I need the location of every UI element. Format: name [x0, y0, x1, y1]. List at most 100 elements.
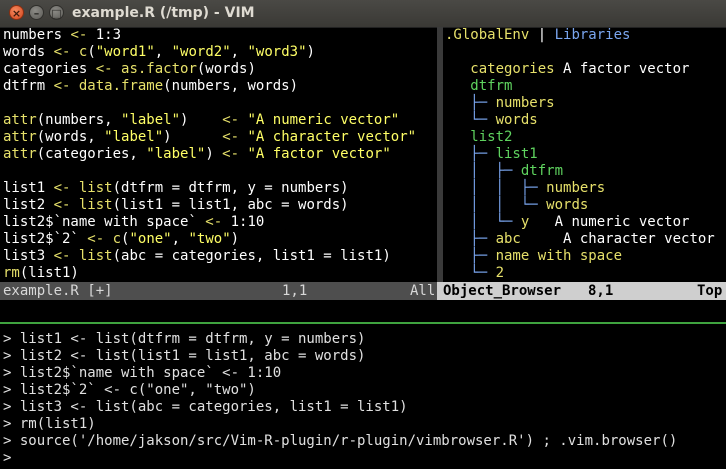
code-line[interactable]: list3 <- list(abc = categories, list1 = …	[0, 248, 437, 265]
code-line-token: list	[78, 197, 113, 213]
object-browser-item-token: └─	[445, 112, 496, 128]
code-line-token: )	[306, 44, 315, 60]
object-browser-item[interactable]: └─ 2	[443, 265, 726, 282]
code-line-token: "word1"	[95, 44, 155, 60]
console-line[interactable]: >	[0, 450, 726, 467]
code-line-token: "two"	[188, 231, 231, 247]
code-line[interactable]: list2$`name with space` <- 1:10	[0, 214, 437, 231]
code-line-token: list	[78, 248, 113, 264]
object-browser-item[interactable]: ├─ numbers	[443, 95, 726, 112]
object-browser-item[interactable]: ├─ name with space	[443, 248, 726, 265]
object-browser-item[interactable]: │ │ └─ words	[443, 197, 726, 214]
code-line[interactable]: categories <- as.factor(words)	[0, 61, 437, 78]
object-browser-item[interactable]: dtfrm	[443, 78, 726, 95]
code-line-token: 1:3	[87, 27, 122, 43]
code-line[interactable]: dtfrm <- data.frame(numbers, words)	[0, 78, 437, 95]
code-line-token: <-	[70, 27, 88, 43]
code-line-token: <-	[222, 146, 240, 162]
object-browser-item[interactable]: ├─ list1	[443, 146, 726, 163]
code-line-token: list2	[3, 197, 54, 213]
editor-pane[interactable]: numbers <- 1:3 words <- c("word1", "word2…	[0, 27, 437, 282]
object-browser-pane[interactable]: .GlobalEnv | Libraries categories A fact…	[443, 27, 726, 282]
object-browser-item-token: categories	[445, 61, 555, 77]
code-line-token: (list1 = list1, abc = words)	[112, 197, 349, 213]
code-line-token: (words,	[36, 129, 105, 145]
object-browser-item[interactable]	[443, 44, 726, 61]
code-line[interactable]: words <- c("word1", "word2", "word3")	[0, 44, 437, 61]
object-browser-item[interactable]: │ └─ y A numeric vector	[443, 214, 726, 231]
object-browser-item[interactable]: │ │ ├─ numbers	[443, 180, 726, 197]
code-line-token	[113, 61, 121, 77]
object-browser-item-token: name with space	[495, 248, 623, 264]
code-line-token: (numbers, words)	[163, 78, 299, 94]
code-line-token: )	[230, 231, 240, 247]
code-line-token: attr	[3, 146, 37, 162]
code-line-token: "one"	[129, 231, 172, 247]
console-line[interactable]: > list2 <- list(list1 = list1, abc = wor…	[0, 348, 726, 365]
code-line-token: <-	[53, 78, 71, 94]
status-cursor-position: 1,1	[282, 283, 308, 299]
code-line-token: "A character vector"	[247, 129, 417, 145]
object-browser-item-token: A factor vector	[554, 61, 690, 77]
code-line-token: 1:10	[222, 214, 265, 230]
code-line-token: "label"	[104, 129, 164, 145]
r-console[interactable]: > list1 <- list(dtfrm = dtfrm, y = numbe…	[0, 331, 726, 467]
code-line[interactable]: rm(list1)	[0, 265, 437, 282]
object-browser-item-token: numbers	[495, 95, 555, 111]
object-browser-item-token: list1	[495, 146, 538, 162]
code-line-token	[70, 197, 78, 213]
maximize-icon[interactable]: □	[49, 5, 64, 20]
object-browser-item[interactable]: .GlobalEnv | Libraries	[443, 27, 726, 44]
code-line[interactable]	[0, 163, 437, 180]
code-line-token: attr	[3, 112, 37, 128]
close-icon[interactable]: ×	[9, 5, 24, 20]
status-scroll: Top	[697, 283, 723, 299]
code-line[interactable]: list2 <- list(list1 = list1, abc = words…	[0, 197, 437, 214]
code-line-token: numbers	[3, 27, 71, 43]
code-line[interactable]	[0, 95, 437, 112]
editor-status-line: example.R [+] 1,1 All	[0, 282, 437, 300]
console-line[interactable]: > rm(list1)	[0, 416, 726, 433]
console-line[interactable]: > list2$`2` <- c("one", "two")	[0, 382, 726, 399]
window-title: example.R (/tmp) - VIM	[72, 5, 255, 21]
code-line-token	[70, 78, 78, 94]
console-line[interactable]: > list3 <- list(abc = categories, list1 …	[0, 399, 726, 416]
object-browser-item[interactable]: ├─ abc A character vector	[443, 231, 726, 248]
code-line[interactable]: attr(words, "label") <- "A character vec…	[0, 129, 437, 146]
code-line-token: <-	[205, 214, 223, 230]
console-line[interactable]: > list2$`name with space` <- 1:10	[0, 365, 726, 382]
code-line-token: list3	[3, 248, 54, 264]
code-line[interactable]: numbers <- 1:3	[0, 27, 437, 44]
code-line-token: dtfrm	[3, 78, 54, 94]
object-browser-item-token: └─	[445, 265, 496, 281]
object-browser-item[interactable]: categories A factor vector	[443, 61, 726, 78]
console-line[interactable]: > list1 <- list(dtfrm = dtfrm, y = numbe…	[0, 331, 726, 348]
object-browser-item-token: words	[546, 197, 589, 213]
title-bar[interactable]: × – □ example.R (/tmp) - VIM	[0, 0, 726, 28]
code-line-token: list2$`name with space`	[3, 214, 206, 230]
code-line-token: rm	[3, 265, 20, 281]
code-line-token: )	[180, 112, 223, 128]
object-browser-item-token: │ └─	[445, 214, 521, 230]
console-line[interactable]: > source('/home/jakson/src/Vim-R-plugin/…	[0, 433, 726, 450]
minimize-icon[interactable]: –	[29, 5, 44, 20]
code-line[interactable]: attr(categories, "label") <- "A factor v…	[0, 146, 437, 163]
code-line[interactable]: list1 <- list(dtfrm = dtfrm, y = numbers…	[0, 180, 437, 197]
code-line-token: <-	[95, 61, 113, 77]
code-line-token: as.factor	[121, 61, 197, 77]
code-line-token: <-	[53, 44, 71, 60]
code-line[interactable]: list2$`2` <- c("one", "two")	[0, 231, 437, 248]
object-browser-item[interactable]: list2	[443, 129, 726, 146]
status-filename: example.R [+]	[3, 283, 113, 299]
object-browser-item-token: ├─	[445, 248, 496, 264]
object-browser-item-token: │ │ ├─	[445, 180, 547, 196]
object-browser-item-token: .GlobalEnv	[445, 27, 530, 43]
code-line-token: ,	[230, 44, 248, 60]
code-line-token: (abc = categories, list1 = list1)	[112, 248, 391, 264]
code-line-token: data.frame	[78, 78, 164, 94]
code-line[interactable]: attr(numbers, "label") <- "A numeric vec…	[0, 112, 437, 129]
code-line-token: <-	[87, 231, 105, 247]
object-browser-item[interactable]: └─ words	[443, 112, 726, 129]
code-line-token: (list1)	[19, 265, 79, 281]
object-browser-item[interactable]: │ ├─ dtfrm	[443, 163, 726, 180]
